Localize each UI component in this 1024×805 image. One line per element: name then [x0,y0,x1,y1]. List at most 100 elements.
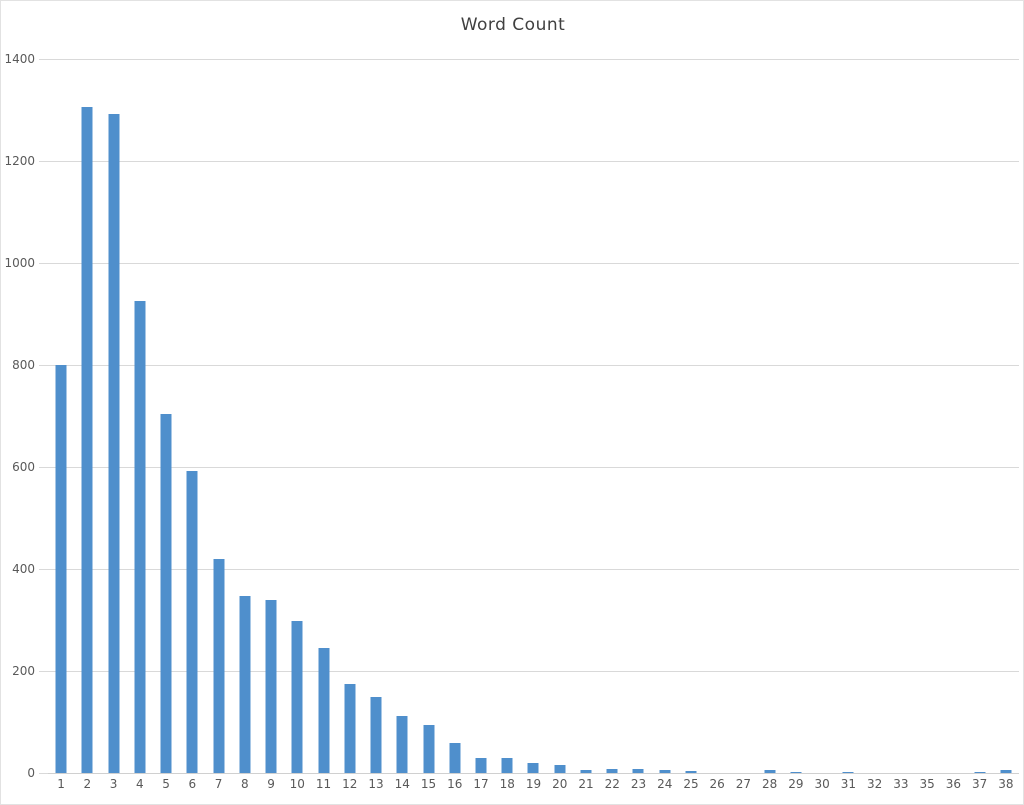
bar[interactable] [580,770,592,773]
y-tick-label: 1200 [4,154,35,168]
bar-slot[interactable] [127,59,153,773]
x-tick-label: 25 [683,777,699,791]
bar-slot[interactable] [100,59,126,773]
x-tick-label: 15 [420,777,437,791]
bar[interactable] [396,715,408,773]
bar-slot[interactable] [310,59,336,773]
x-tick-label: 9 [267,777,275,791]
bar[interactable] [81,107,93,773]
x-tick-label: 24 [657,777,673,791]
bar[interactable] [501,758,513,773]
bar[interactable] [318,647,330,773]
bar[interactable] [239,595,251,773]
bar[interactable] [974,771,986,773]
x-tick-label: 6 [188,777,197,791]
plot-area [48,59,1019,774]
bar[interactable] [134,301,146,773]
bar-slot[interactable] [494,59,520,773]
x-tick-label: 27 [735,777,752,791]
x-tick-label: 22 [604,777,620,791]
bar[interactable] [55,365,67,773]
bar[interactable] [1000,770,1012,773]
bar-slot[interactable] [835,59,861,773]
bar-slot[interactable] [757,59,783,773]
bar-slot[interactable] [730,59,756,773]
y-tick-mark [39,365,48,366]
bar-slot[interactable] [153,59,179,773]
x-tick-label: 2 [83,777,92,791]
bar-slot[interactable] [258,59,284,773]
bar-slot[interactable] [468,59,494,773]
bar[interactable] [475,757,487,773]
y-axis: 0 200 400 600 800 1000 1200 1400 [1,52,48,780]
bar-slot[interactable] [704,59,730,773]
bar[interactable] [160,414,172,773]
bar[interactable] [659,770,671,773]
x-tick-label: 29 [788,777,804,791]
y-tick-label: 800 [12,358,35,372]
y-tick-mark [39,671,48,672]
bar[interactable] [606,768,618,773]
x-tick-label: 19 [525,777,542,791]
word-count-bar-chart: Word Count 0 200 400 600 800 1000 1200 1400 123… [0,0,1024,805]
bar-slot[interactable] [625,59,651,773]
bar[interactable] [423,725,434,773]
bar-slot[interactable] [48,59,74,773]
bar-slot[interactable] [809,59,835,773]
x-tick-label: 38 [998,777,1014,791]
x-tick-label: 11 [315,777,332,791]
x-tick-label: 14 [394,777,410,791]
bar[interactable] [842,771,854,773]
bar-slot[interactable] [678,59,704,773]
bar-slot[interactable] [179,59,205,773]
bar[interactable] [213,558,225,773]
bar[interactable] [449,743,461,773]
x-tick-label: 3 [109,777,118,791]
bar-slot[interactable] [967,59,993,773]
bar-slot[interactable] [573,59,599,773]
x-tick-label: 8 [240,777,249,791]
x-tick-label: 37 [971,777,988,791]
bar-slot[interactable] [520,59,546,773]
x-tick-label: 28 [762,777,778,791]
bar[interactable] [685,771,697,773]
bar-slot[interactable] [862,59,888,773]
bar-slot[interactable] [914,59,940,773]
bar-slot[interactable] [389,59,415,773]
bar[interactable] [632,769,644,773]
bar-slot[interactable] [337,59,363,773]
bar-slot[interactable] [415,59,441,773]
x-tick-label: 13 [368,777,384,791]
bar-slot[interactable] [547,59,573,773]
bar-slot[interactable] [888,59,914,773]
bar-slot[interactable] [205,59,231,773]
bar-slot[interactable] [442,59,468,773]
bar-slot[interactable] [599,59,625,773]
bar[interactable] [186,471,198,773]
bar[interactable] [291,621,303,773]
x-tick-label: 36 [945,777,962,791]
x-tick-label: 16 [447,777,463,791]
bar-slot[interactable] [652,59,678,773]
bar-slot[interactable] [232,59,258,773]
x-tick-label: 35 [919,777,935,791]
bar[interactable] [344,683,356,773]
bar[interactable] [790,771,802,773]
x-tick-label: 32 [867,777,883,791]
y-tick-label: 200 [12,664,35,678]
bar-slot[interactable] [993,59,1019,773]
bar[interactable] [764,770,776,773]
chart-title: Word Count [460,15,566,35]
bar[interactable] [370,696,382,773]
bar-slot[interactable] [363,59,389,773]
x-tick-label: 5 [162,777,170,791]
bar[interactable] [527,763,539,773]
x-tick-label: 31 [840,777,857,791]
bar[interactable] [265,600,277,773]
bar-slot[interactable] [940,59,966,773]
bar[interactable] [108,114,120,773]
bar-slot[interactable] [783,59,809,773]
bar[interactable] [554,764,566,773]
bar-slot[interactable] [74,59,100,773]
bar-slot[interactable] [284,59,310,773]
